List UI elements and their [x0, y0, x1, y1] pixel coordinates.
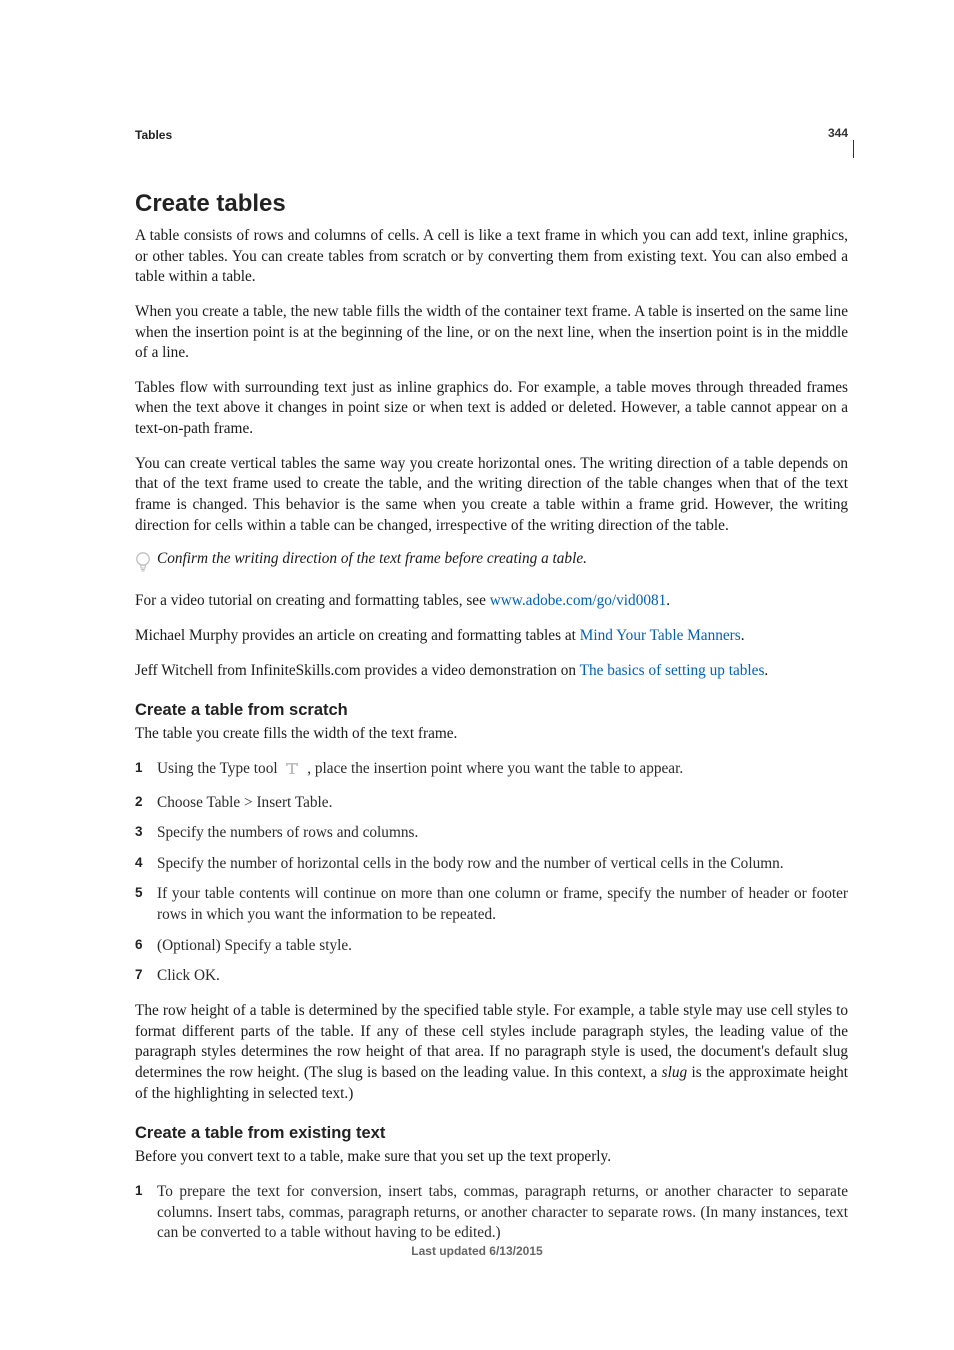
lightbulb-icon	[135, 551, 151, 573]
page-title: Create tables	[135, 190, 848, 218]
scratch-step-6: (Optional) Specify a table style.	[135, 936, 848, 957]
create-from-scratch-heading: Create a table from scratch	[135, 701, 848, 720]
video-tutorial-link[interactable]: www.adobe.com/go/vid0081	[490, 592, 667, 609]
witchell-video-line: Jeff Witchell from InfiniteSkills.com pr…	[135, 661, 848, 682]
tip-text: Confirm the writing direction of the tex…	[157, 550, 587, 568]
murphy-intro-text: Michael Murphy provides an article on cr…	[135, 627, 580, 644]
witchell-video-link[interactable]: The basics of setting up tables	[580, 662, 765, 679]
video-end-text: .	[666, 592, 670, 609]
video-intro-text: For a video tutorial on creating and for…	[135, 592, 490, 609]
witchell-end-text: .	[764, 662, 768, 679]
step1-text-b: , place the insertion point where you wa…	[303, 760, 683, 777]
tip-block: Confirm the writing direction of the tex…	[135, 550, 848, 573]
document-page: 344 Tables Create tables A table consist…	[0, 0, 954, 1350]
intro-paragraph-1: A table consists of rows and columns of …	[135, 226, 848, 288]
scratch-after-paragraph: The row height of a table is determined …	[135, 1001, 848, 1104]
existing-intro: Before you convert text to a table, make…	[135, 1147, 848, 1168]
scratch-step-7: Click OK.	[135, 966, 848, 987]
step1-text-a: Using the Type tool	[157, 760, 281, 777]
scratch-intro: The table you create fills the width of …	[135, 724, 848, 745]
intro-paragraph-4: You can create vertical tables the same …	[135, 454, 848, 537]
scratch-step-4: Specify the number of horizontal cells i…	[135, 854, 848, 875]
scratch-step-5: If your table contents will continue on …	[135, 884, 848, 925]
existing-steps-list: To prepare the text for conversion, inse…	[135, 1182, 848, 1244]
create-from-existing-heading: Create a table from existing text	[135, 1124, 848, 1143]
slug-italic: slug	[662, 1064, 688, 1081]
scratch-step-3: Specify the numbers of rows and columns.	[135, 823, 848, 844]
scratch-steps-list: Using the Type tool , place the insertio…	[135, 759, 848, 987]
page-number: 344	[828, 126, 848, 140]
intro-paragraph-2: When you create a table, the new table f…	[135, 302, 848, 364]
murphy-article-link[interactable]: Mind Your Table Manners	[580, 627, 741, 644]
type-tool-icon	[284, 760, 300, 783]
intro-paragraph-3: Tables flow with surrounding text just a…	[135, 378, 848, 440]
witchell-intro-text: Jeff Witchell from InfiniteSkills.com pr…	[135, 662, 580, 679]
video-tutorial-line: For a video tutorial on creating and for…	[135, 591, 848, 612]
scratch-step-2: Choose Table > Insert Table.	[135, 793, 848, 814]
murphy-article-line: Michael Murphy provides an article on cr…	[135, 626, 848, 647]
section-header: Tables	[135, 128, 848, 142]
page-number-rule	[853, 140, 854, 158]
murphy-end-text: .	[741, 627, 745, 644]
page-footer: Last updated 6/13/2015	[0, 1244, 954, 1258]
scratch-step-1: Using the Type tool , place the insertio…	[135, 759, 848, 783]
existing-step-1: To prepare the text for conversion, inse…	[135, 1182, 848, 1244]
